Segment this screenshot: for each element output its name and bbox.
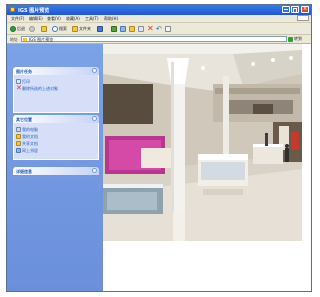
address-bar: 地址 IGS 图片预览 转到 [7,35,311,44]
place-my-documents[interactable]: 我的文档 [14,133,98,140]
place-label: 共享文档 [22,141,38,146]
toolbar-button-3[interactable] [129,25,135,32]
shared-folder-icon [16,141,21,146]
menu-help[interactable]: 帮助(H) [104,16,118,22]
delete-x-icon: ✕ [16,84,22,92]
search-button[interactable]: 搜索 [52,25,67,32]
search-icon [52,25,58,32]
folder-icon [23,38,27,41]
mall-photo[interactable] [103,44,302,241]
chevron-down-icon[interactable] [92,168,97,173]
search-label: 搜索 [59,25,67,31]
panel-body: 打印 ✕ 删除所选的上述对象 [13,75,99,113]
page-icon [165,25,171,32]
other-places-panel: 其它位置 我的电脑 我的文档 共享文档 网上邻居 [13,115,99,160]
place-label: 我的文档 [22,134,38,139]
up-folder-button[interactable] [41,25,47,32]
address-label: 地址 [10,37,18,42]
close-button[interactable]: × [301,6,309,13]
picture-viewer-area [103,44,311,291]
copy-to-icon [120,25,126,32]
folders-button[interactable]: 文件夹 [72,25,91,32]
toolbar-button-2[interactable] [120,25,126,32]
properties-icon [138,25,144,32]
explorer-window: IGS 图片预览 × 文件(F) 编辑(E) 查看(V) 收藏(A) 工具(T)… [6,4,312,292]
place-network[interactable]: 网上邻居 [14,147,98,154]
place-label: 网上邻居 [22,148,38,153]
folders-label: 文件夹 [79,25,91,31]
address-field[interactable]: IGS 图片预览 [21,36,287,42]
details-panel: 详细信息 [13,167,99,175]
network-icon [16,148,21,153]
undo-icon: ↶ [156,24,162,33]
minimize-button[interactable] [282,6,290,13]
folders-icon [72,25,78,32]
address-value: IGS 图片预览 [29,37,54,42]
move-to-icon [111,25,117,32]
back-label: 后退 [17,25,25,31]
place-label: 我的电脑 [22,127,38,132]
panel-header[interactable]: 图片任务 [13,67,99,75]
panel-header[interactable]: 详细信息 [13,167,99,175]
computer-icon [16,127,21,132]
menu-favorites[interactable]: 收藏(A) [66,16,80,22]
toolbar-button-1[interactable] [111,25,117,32]
menu-file[interactable]: 文件(F) [11,16,24,22]
folder-icon [16,134,21,139]
folder-icon [129,25,135,32]
panel-header[interactable]: 其它位置 [13,115,99,123]
mall-photo-image [103,44,302,241]
title-bar[interactable]: IGS 图片预览 × [7,5,311,15]
place-shared-documents[interactable]: 共享文档 [14,140,98,147]
task-pane: 图片任务 打印 ✕ 删除所选的上述对象 其它位置 我的电脑 我的文档 共享文档 … [7,44,103,291]
chevron-up-icon[interactable] [92,116,97,121]
window-title: IGS 图片预览 [18,8,50,14]
menu-view[interactable]: 查看(V) [47,16,61,22]
task-label: 删除所选的上述对象 [22,86,58,91]
views-icon [97,25,103,32]
folder-icon [10,7,15,12]
undo-button[interactable]: ↶ [156,25,162,32]
panel-body: 我的电脑 我的文档 共享文档 网上邻居 [13,123,99,160]
delete-x-icon: ✕ [147,23,154,33]
up-folder-icon [41,25,47,32]
views-button[interactable] [97,25,103,32]
forward-button[interactable] [29,25,35,32]
go-button[interactable]: 转到 [288,36,308,42]
go-arrow-icon [288,36,293,42]
go-label: 转到 [294,36,302,41]
menu-tools[interactable]: 工具(T) [85,16,99,22]
task-delete-selected[interactable]: ✕ 删除所选的上述对象 [14,85,98,92]
forward-arrow-icon [29,25,35,32]
back-arrow-icon [10,25,16,32]
windows-logo-icon [297,15,309,21]
back-button[interactable]: 后退 [10,25,25,32]
task-label: 打印 [22,79,30,84]
task-print[interactable]: 打印 [14,78,98,85]
menu-bar: 文件(F) 编辑(E) 查看(V) 收藏(A) 工具(T) 帮助(H) [7,15,311,23]
standard-toolbar: 后退 搜索 文件夹 ✕ ↶ [7,23,311,35]
panel-title: 详细信息 [16,169,32,174]
menu-edit[interactable]: 编辑(E) [29,16,43,22]
toolbar-button-5[interactable] [165,25,171,32]
panel-title: 其它位置 [16,117,32,122]
picture-tasks-panel: 图片任务 打印 ✕ 删除所选的上述对象 [13,67,99,113]
maximize-button[interactable] [291,6,299,13]
toolbar-button-4[interactable] [138,25,144,32]
place-my-computer[interactable]: 我的电脑 [14,126,98,133]
chevron-up-icon[interactable] [92,68,97,73]
panel-title: 图片任务 [16,69,32,74]
delete-button[interactable]: ✕ [147,23,154,33]
